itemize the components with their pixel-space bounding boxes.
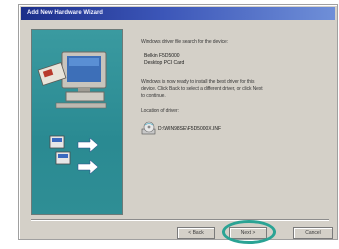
cd-drive-icon	[141, 121, 156, 135]
instructions-text: Windows is now ready to install the best…	[141, 79, 331, 100]
title-bar[interactable]: Add New Hardware Wizard	[21, 7, 335, 20]
location-label: Location of driver:	[141, 108, 179, 114]
instruction-line: device. Click Back to select a different…	[141, 86, 263, 92]
device-name-line: Desktop PCI Card	[144, 60, 185, 66]
button-separator	[31, 219, 329, 221]
next-button-highlight-ring	[222, 220, 276, 244]
cancel-button[interactable]: Cancel	[293, 227, 333, 239]
window-title: Add New Hardware Wizard	[27, 10, 103, 16]
device-name-block: Belkin F5D5000 Desktop PCI Card	[144, 53, 331, 67]
wizard-window: Add New Hardware Wizard Windows driver f…	[18, 4, 338, 244]
search-intro-text: Windows driver file search for the devic…	[141, 39, 228, 45]
computer-illustration-icon	[37, 51, 107, 175]
instruction-line: to continue.	[141, 93, 166, 99]
driver-location-row: D:\WIN98SE\F5D5000X.INF	[141, 121, 331, 139]
wizard-illustration	[31, 29, 123, 215]
wizard-content: Windows driver file search for the devic…	[141, 39, 331, 139]
device-name-line: Belkin F5D5000	[144, 53, 180, 59]
back-button[interactable]: < Back	[177, 227, 215, 239]
driver-path: D:\WIN98SE\F5D5000X.INF	[158, 126, 222, 132]
instruction-line: Windows is now ready to install the best…	[141, 79, 255, 85]
